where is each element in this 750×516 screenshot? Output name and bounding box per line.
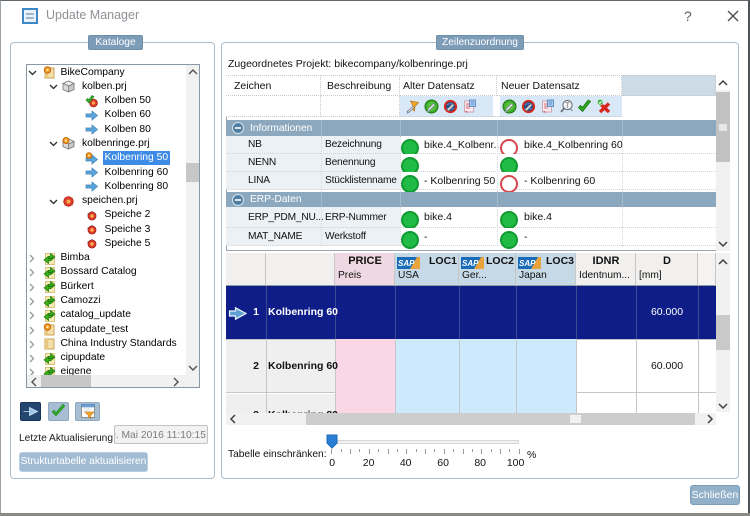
svg-text:SAP: SAP bbox=[519, 259, 536, 268]
svg-text:SAP: SAP bbox=[398, 259, 415, 268]
svg-text:SAP: SAP bbox=[462, 259, 479, 268]
